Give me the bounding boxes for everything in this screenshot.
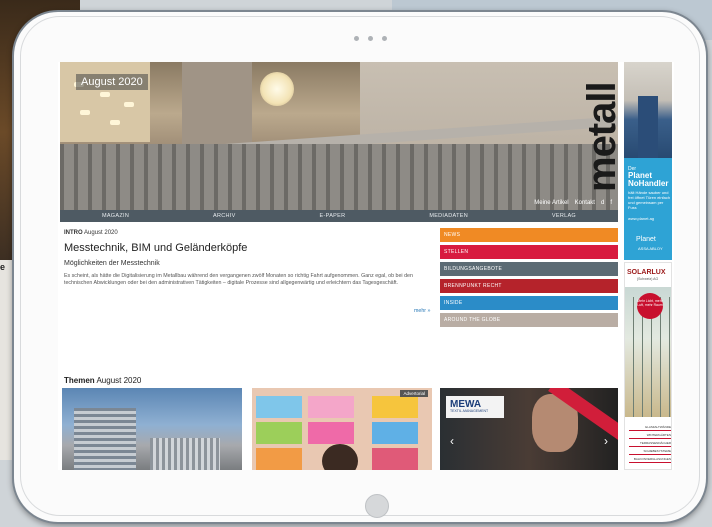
theme-card-mewa[interactable]: MEWA TEXTIL-MANAGEMENT ‹ › bbox=[440, 388, 618, 470]
solarlux-ad[interactable]: SOLARLUX (Schweiz) AG Mehr Licht, mehr L… bbox=[624, 262, 672, 470]
child-image bbox=[322, 444, 358, 470]
mewa-sub: TEXTIL-MANAGEMENT bbox=[450, 409, 489, 413]
nav-mediadaten[interactable]: MEDIADATEN bbox=[429, 213, 468, 219]
home-button[interactable] bbox=[365, 494, 389, 518]
solarlux-list-item: BALKONVERGLASUNGEN bbox=[629, 457, 671, 463]
planet-ad-brand-sub: ASSA ABLOY bbox=[638, 246, 663, 251]
carousel-next-icon[interactable]: › bbox=[604, 434, 608, 448]
intro-kicker: INTRO August 2020 bbox=[64, 230, 430, 236]
solarlux-list-item: GLASFALTWÄNDE bbox=[629, 425, 671, 431]
nav-archiv[interactable]: ARCHIV bbox=[213, 213, 236, 219]
read-more-link[interactable]: mehr » bbox=[414, 308, 431, 314]
themes-heading: Themen August 2020 bbox=[64, 376, 141, 385]
hero-links: Meine Artikel Kontakt d f bbox=[534, 200, 612, 206]
planet-ad-brand: Planet bbox=[636, 236, 656, 243]
contact-link[interactable]: Kontakt bbox=[575, 200, 595, 206]
carousel-prev-icon[interactable]: ‹ bbox=[450, 434, 454, 448]
planet-ad-title-2: NoHandler bbox=[628, 179, 669, 188]
solarlux-list-item: TERRASSENDÄCHER bbox=[629, 441, 671, 447]
main-nav: MAGAZIN ARCHIV E-PAPER MEDIADATEN VERLAG bbox=[60, 210, 618, 222]
website-screen: August 2020 metall Meine Artikel Kontakt… bbox=[58, 62, 674, 470]
category-around-the-globe[interactable]: AROUND THE GLOBE bbox=[440, 313, 618, 327]
my-articles-link[interactable]: Meine Artikel bbox=[534, 200, 568, 206]
planet-ad[interactable]: Der Planet NoHandler hält Hände sauber u… bbox=[624, 62, 672, 260]
planet-ad-legs bbox=[638, 96, 658, 158]
building-image-2 bbox=[150, 438, 220, 470]
solarlux-list: GLASFALTWÄNDE WINTERGÄRTEN TERRASSENDÄCH… bbox=[629, 425, 671, 465]
theme-card-advertorial[interactable]: Advertorial bbox=[252, 388, 432, 470]
camera-dots bbox=[354, 36, 387, 41]
solarlux-brand: SOLARLUX bbox=[627, 269, 666, 276]
hero-date-badge: August 2020 bbox=[76, 74, 148, 90]
nav-e-paper[interactable]: E-PAPER bbox=[320, 213, 346, 219]
intro-subtitle: Möglichkeiten der Messtechnik bbox=[64, 260, 160, 267]
solarlux-list-item: WINTERGÄRTEN bbox=[629, 433, 671, 439]
hero-image: August 2020 metall Meine Artikel Kontakt… bbox=[60, 62, 618, 210]
themes-date: August 2020 bbox=[96, 376, 142, 385]
language-fr-link[interactable]: f bbox=[610, 200, 612, 206]
themes-label: Themen bbox=[64, 376, 95, 385]
solarlux-list-item: SCHIEBESYSTEME bbox=[629, 449, 671, 455]
category-news[interactable]: NEWS bbox=[440, 228, 618, 242]
intro-article: INTRO August 2020 Messtechnik, BIM und G… bbox=[64, 230, 431, 314]
intro-kicker-label: INTRO bbox=[64, 230, 83, 236]
intro-text: Es scheint, als hätte die Digitalisierun… bbox=[64, 273, 413, 286]
tablet-frame: August 2020 metall Meine Artikel Kontakt… bbox=[12, 10, 708, 524]
theme-card-building[interactable] bbox=[62, 388, 242, 470]
intro-kicker-date: August 2020 bbox=[84, 230, 118, 236]
category-stellen[interactable]: STELLEN bbox=[440, 245, 618, 259]
advertorial-badge: Advertorial bbox=[400, 390, 428, 397]
category-inside[interactable]: INSIDE bbox=[440, 296, 618, 310]
category-bildungsangebote[interactable]: BILDUNGSANGEBOTE bbox=[440, 262, 618, 276]
building-image bbox=[74, 408, 136, 470]
hero-window bbox=[260, 72, 294, 106]
category-brennpunkt-recht[interactable]: BRENNPUNKT RECHT bbox=[440, 279, 618, 293]
planet-ad-body: hält Hände sauber und frei öffnet Türen … bbox=[628, 190, 671, 210]
site-logo[interactable]: metall bbox=[580, 82, 618, 192]
category-list: NEWS STELLEN BILDUNGSANGEBOTE BRENNPUNKT… bbox=[440, 228, 618, 330]
nav-magazin[interactable]: MAGAZIN bbox=[102, 213, 129, 219]
nav-verlag[interactable]: VERLAG bbox=[552, 213, 576, 219]
language-de-link[interactable]: d bbox=[601, 200, 604, 206]
mewa-logo: MEWA TEXTIL-MANAGEMENT bbox=[446, 396, 504, 418]
solarlux-brand-sub: (Schweiz) AG bbox=[637, 277, 659, 281]
planet-ad-url: www.planet.ag bbox=[628, 216, 655, 221]
intro-title[interactable]: Messtechnik, BIM und Geländerköpfe bbox=[64, 242, 430, 254]
solarlux-badge: Mehr Licht, mehr Luft, mehr Raum bbox=[637, 293, 663, 319]
backdrop-text: e bbox=[0, 262, 6, 272]
planet-ad-text: Der Planet NoHandler hält Hände sauber u… bbox=[628, 166, 672, 221]
